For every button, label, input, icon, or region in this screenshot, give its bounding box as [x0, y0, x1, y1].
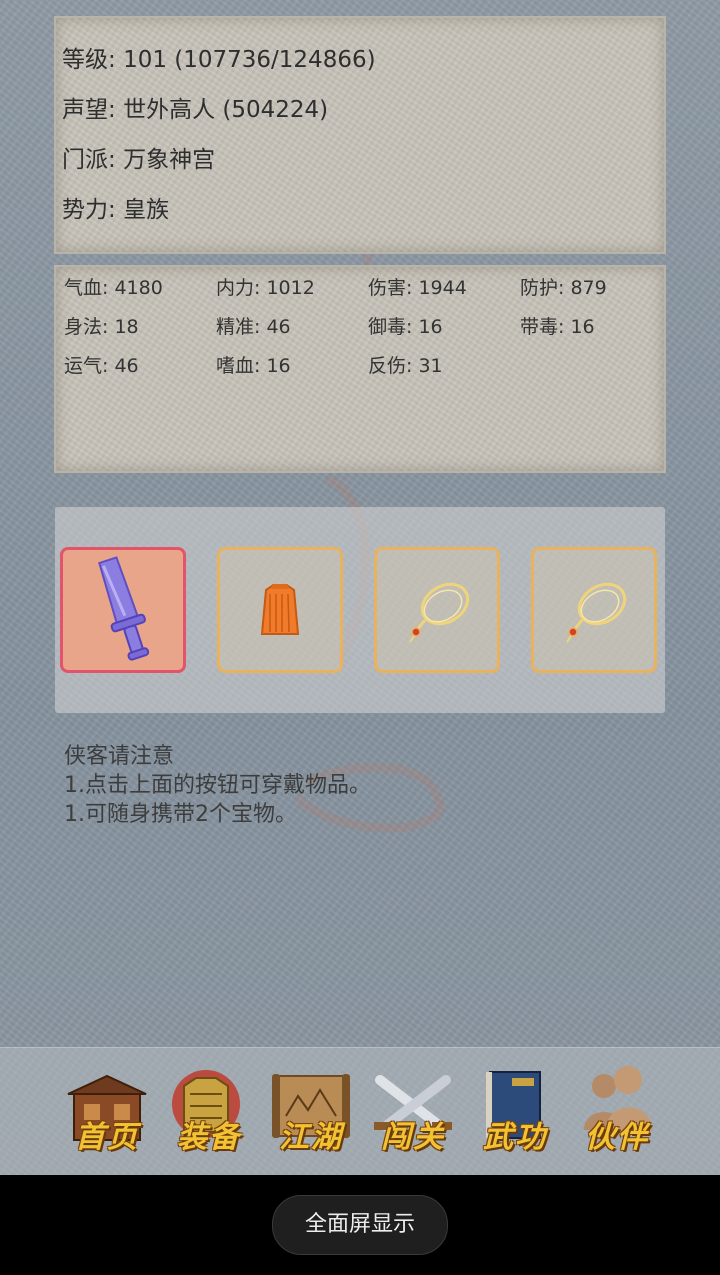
fullscreen-button[interactable]: 全面屏显示: [272, 1195, 448, 1255]
stat-luck: 运气: 46: [64, 355, 139, 377]
sect-label: 门派:: [62, 147, 116, 173]
equipment-slot-armor[interactable]: [217, 547, 343, 673]
nav-jianghu-label: 江湖: [279, 1120, 343, 1155]
sword-icon: [98, 556, 150, 661]
fame-value: 世外高人 (504224): [123, 97, 329, 123]
notice-line-1: 1.点击上面的按钮可穿戴物品。: [64, 773, 371, 798]
sect-row: 门派: 万象神宫: [62, 140, 215, 174]
nav-challenge-label: 闯关: [381, 1120, 445, 1155]
stat-agility: 身法: 18: [64, 316, 139, 338]
equipment-panel: [55, 507, 665, 713]
notice-line-2: 1.可随身携带2个宝物。: [64, 802, 297, 827]
armor-vest-icon: [260, 584, 300, 635]
equipment-slot-weapon[interactable]: [60, 547, 186, 673]
notice-title: 侠客请注意: [64, 744, 175, 769]
fame-label: 声望:: [62, 97, 116, 123]
equipment-slot-treasure-1[interactable]: [374, 547, 500, 673]
nav-partners[interactable]: 伙伴: [574, 1066, 660, 1156]
stat-poison-resist: 御毒: 16: [368, 316, 443, 338]
stat-accuracy: 精准: 46: [216, 316, 291, 338]
nav-martial-arts-label: 武功: [483, 1120, 547, 1155]
nav-home[interactable]: 首页: [64, 1066, 150, 1156]
stat-damage: 伤害: 1944: [368, 277, 467, 299]
level-row: 等级: 101 (107736/124866): [62, 40, 376, 74]
level-label: 等级:: [62, 47, 116, 73]
sect-value: 万象神宫: [123, 147, 216, 173]
faction-row: 势力: 皇族: [62, 190, 169, 224]
faction-value: 皇族: [123, 197, 170, 223]
stat-lifesteal: 嗜血: 16: [216, 355, 291, 377]
stat-reflect: 反伤: 31: [368, 355, 443, 377]
attributes-panel: 气血: 4180 内力: 1012 伤害: 1944 防护: 879 身法: 1…: [54, 265, 666, 473]
character-info-panel: 等级: 101 (107736/124866) 声望: 世外高人 (504224…: [54, 16, 666, 254]
nav-martial-arts[interactable]: 武功: [472, 1066, 558, 1156]
nav-equipment[interactable]: 装备: [166, 1066, 252, 1156]
system-bar: 全面屏显示: [0, 1175, 720, 1275]
stat-hp: 气血: 4180: [64, 277, 163, 299]
bottom-nav: 首页 装备 江湖 闯关 武功 伙伴: [0, 1047, 720, 1176]
faction-label: 势力:: [62, 197, 116, 223]
necklace-icon: [409, 582, 470, 643]
nav-challenge[interactable]: 闯关: [370, 1066, 456, 1156]
stat-defense: 防护: 879: [520, 277, 607, 299]
stat-internal-power: 内力: 1012: [216, 277, 315, 299]
equipment-slot-treasure-2[interactable]: [531, 547, 657, 673]
fame-row: 声望: 世外高人 (504224): [62, 90, 328, 124]
stat-poison: 带毒: 16: [520, 316, 595, 338]
nav-jianghu[interactable]: 江湖: [268, 1066, 354, 1156]
necklace-icon: [566, 582, 627, 643]
nav-equipment-label: 装备: [177, 1120, 241, 1155]
nav-partners-label: 伙伴: [585, 1120, 649, 1155]
nav-home-label: 首页: [75, 1120, 139, 1155]
level-value: 101 (107736/124866): [123, 47, 376, 73]
